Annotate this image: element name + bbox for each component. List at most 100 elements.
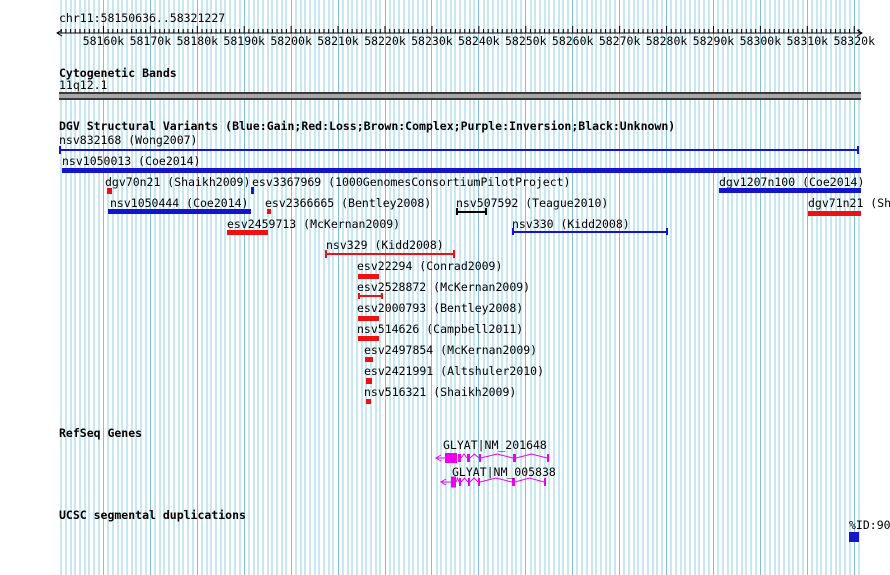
cytoband-bar[interactable] — [59, 92, 861, 100]
variant-label[interactable]: dgv70n21 (Shaikh2009) — [105, 176, 250, 188]
variant-glyph-range-endtick[interactable] — [857, 146, 859, 154]
grid-line-minor — [628, 0, 630, 575]
grid-line-minor — [191, 0, 194, 575]
variant-glyph-box[interactable] — [107, 188, 112, 194]
variant-glyph-box[interactable] — [267, 209, 271, 214]
ruler-tick-label: 58220k — [364, 34, 406, 48]
cytoband-label: 11q12.1 — [59, 78, 108, 92]
grid-line-minor — [684, 0, 687, 575]
grid-line-minor — [327, 0, 330, 575]
variant-glyph-range-line[interactable] — [325, 253, 455, 255]
grid-line-minor — [773, 0, 776, 575]
variant-glyph-range-endtick[interactable] — [456, 208, 458, 215]
grid-line-minor — [252, 0, 255, 575]
grid-line-minor — [843, 0, 846, 575]
variant-label[interactable]: esv2366665 (Bentley2008) — [265, 197, 431, 209]
grid-line-minor — [294, 0, 297, 575]
variant-glyph-box[interactable] — [358, 274, 379, 279]
grid-line-minor — [552, 0, 555, 575]
grid-line-minor — [557, 0, 560, 575]
grid-line-minor — [839, 0, 842, 575]
grid-line-minor — [233, 0, 236, 575]
variant-glyph-box[interactable] — [62, 168, 861, 173]
grid-line-minor — [576, 0, 579, 575]
segdup-label[interactable]: %ID:90. — [849, 519, 890, 531]
ruler-tick-label: 58300k — [739, 34, 782, 48]
variant-glyph-range-endtick[interactable] — [59, 146, 61, 154]
variant-label[interactable]: dgv1207n100 (Coe2014) — [719, 176, 864, 188]
variant-label[interactable]: nsv507592 (Teague2010) — [456, 197, 608, 209]
variant-label[interactable]: nsv832168 (Wong2007) — [59, 134, 197, 146]
variant-glyph-box[interactable] — [719, 188, 861, 193]
grid-line-minor — [280, 0, 283, 575]
grid-line-minor — [215, 0, 218, 575]
grid-line-minor — [754, 0, 757, 575]
grid-line-minor — [224, 0, 227, 575]
grid-line-minor — [646, 0, 649, 575]
variant-glyph-range-line[interactable] — [456, 211, 487, 213]
grid-line-minor — [276, 0, 279, 575]
grid-line-minor — [609, 0, 612, 575]
variant-label[interactable]: esv22294 (Conrad2009) — [357, 260, 502, 272]
variant-label[interactable]: nsv330 (Kidd2008) — [512, 218, 630, 230]
variant-label[interactable]: dgv71n21 (Shai — [808, 197, 890, 209]
variant-label[interactable]: nsv514626 (Campbell2011) — [357, 323, 523, 335]
grid-line-major — [853, 0, 855, 575]
gene-label[interactable]: GLYAT|NM_005838 — [452, 466, 556, 478]
grid-line-major — [759, 0, 761, 575]
grid-line-minor — [154, 0, 157, 575]
segdup-glyph-box[interactable] — [849, 532, 859, 542]
variant-glyph-box[interactable] — [251, 187, 254, 194]
variant-glyph-range-endtick[interactable] — [381, 293, 383, 299]
variant-label[interactable]: nsv1050013 (Coe2014) — [62, 155, 200, 167]
variant-glyph-range-line[interactable] — [358, 295, 383, 297]
grid-line-major — [196, 0, 198, 575]
grid-line-minor — [820, 0, 823, 575]
variant-label[interactable]: nsv1050444 (Coe2014) — [110, 197, 248, 209]
variant-glyph-range-line[interactable] — [512, 231, 668, 233]
grid-line-minor — [111, 0, 114, 575]
grid-line-minor — [172, 0, 175, 575]
genome-browser-canvas: chr11:58150636..58321227 58160k 58170k 581… — [0, 0, 890, 575]
grid-line-minor — [707, 0, 710, 575]
variant-glyph-range-endtick[interactable] — [666, 228, 668, 235]
variant-label[interactable]: esv2528872 (McKernan2009) — [357, 281, 530, 293]
grid-line-minor — [304, 0, 307, 575]
variant-glyph-box[interactable] — [108, 209, 251, 214]
grid-line-minor — [796, 0, 799, 575]
variant-glyph-range-endtick[interactable] — [325, 250, 327, 258]
grid-line-minor — [857, 0, 860, 575]
grid-line-major — [243, 0, 245, 575]
variant-glyph-box[interactable] — [365, 357, 373, 362]
grid-line-minor — [346, 0, 349, 575]
grid-line-minor — [693, 0, 696, 575]
variant-glyph-box[interactable] — [366, 378, 372, 384]
variant-glyph-range-endtick[interactable] — [453, 250, 455, 258]
variant-label[interactable]: nsv516321 (Shaikh2009) — [364, 386, 516, 398]
grid-line-minor — [585, 0, 588, 575]
grid-line-minor — [538, 0, 541, 575]
grid-line-minor — [731, 0, 734, 575]
variant-label[interactable]: esv2459713 (McKernan2009) — [227, 218, 400, 230]
variant-glyph-range-endtick[interactable] — [485, 208, 487, 215]
variant-glyph-range-endtick[interactable] — [358, 293, 360, 299]
variant-glyph-range-endtick[interactable] — [512, 228, 514, 235]
variant-glyph-range-line[interactable] — [59, 149, 859, 151]
grid-line-minor — [266, 0, 269, 575]
variant-glyph-box[interactable] — [358, 316, 379, 321]
variant-glyph-box[interactable] — [227, 230, 268, 235]
variant-label[interactable]: esv2000793 (Bentley2008) — [357, 302, 523, 314]
variant-label[interactable]: esv2421991 (Altshuler2010) — [364, 365, 544, 377]
ruler-tick-label: 58250k — [504, 34, 547, 48]
grid-line-minor — [656, 0, 659, 575]
variant-label[interactable]: esv3367969 (1000GenomesConsortiumPilotPr… — [252, 176, 571, 188]
grid-line-minor — [121, 0, 124, 575]
grid-line-minor — [811, 0, 813, 575]
grid-line-minor — [548, 0, 551, 575]
variant-label[interactable]: esv2497854 (McKernan2009) — [364, 344, 537, 356]
variant-glyph-box[interactable] — [358, 336, 379, 341]
gene-label[interactable]: GLYAT|NM_201648 — [443, 439, 547, 451]
variant-label[interactable]: nsv329 (Kidd2008) — [326, 239, 444, 251]
variant-glyph-box[interactable] — [808, 211, 861, 216]
variant-glyph-box[interactable] — [366, 399, 371, 404]
